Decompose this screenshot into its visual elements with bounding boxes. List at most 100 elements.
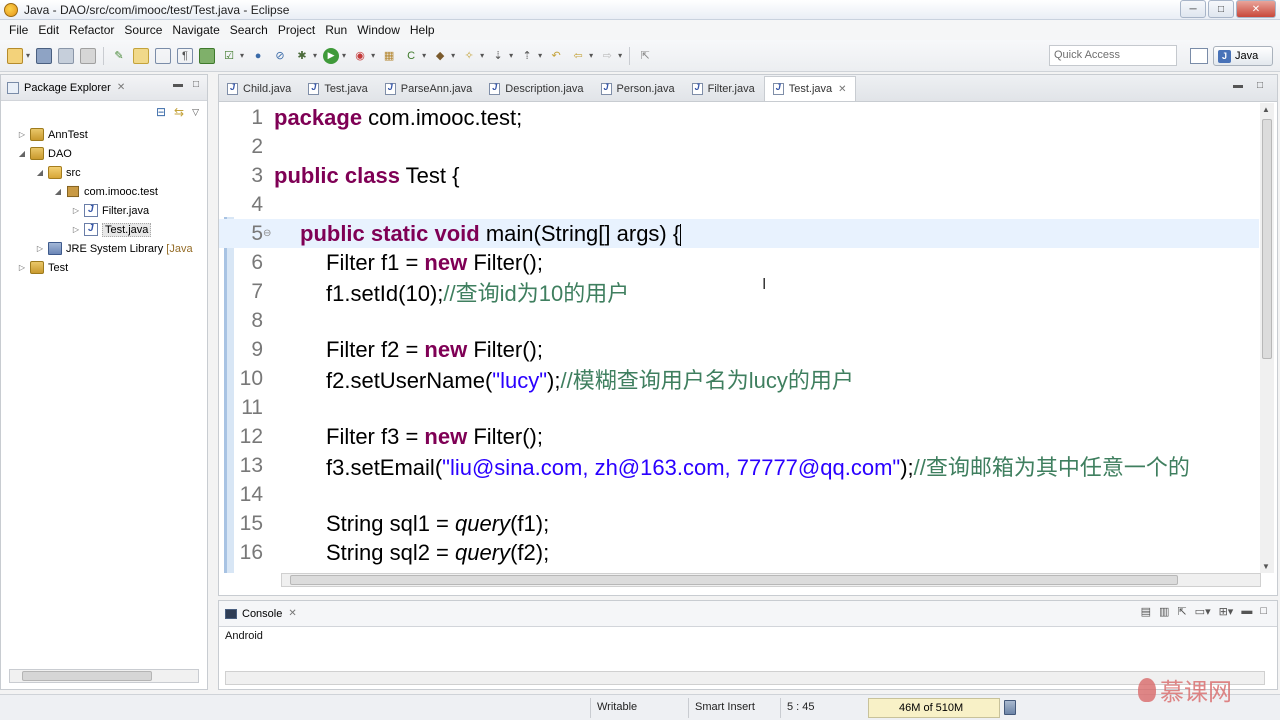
next-annotation-icon[interactable]: ⇣ bbox=[490, 48, 506, 64]
horizontal-scrollbar[interactable] bbox=[281, 573, 1261, 587]
tab-parseann-java[interactable]: ParseAnn.java bbox=[377, 76, 482, 101]
view-menu-icon[interactable]: ▽ bbox=[192, 107, 199, 118]
horizontal-scrollbar[interactable] bbox=[225, 671, 1265, 685]
minimize-view-icon[interactable]: ▬ bbox=[173, 79, 183, 90]
heap-status[interactable]: 46M of 510M bbox=[868, 698, 1000, 718]
tab-child-java[interactable]: Child.java bbox=[219, 76, 300, 101]
scroll-down-icon[interactable]: ▼ bbox=[1262, 562, 1270, 571]
menu-source[interactable]: Source bbox=[119, 23, 167, 37]
java-perspective-button[interactable]: J Java bbox=[1213, 46, 1273, 66]
save-all-icon[interactable] bbox=[58, 47, 75, 64]
scrollbar-thumb[interactable] bbox=[1262, 119, 1272, 359]
display-console-icon[interactable]: ▭▾ bbox=[1195, 605, 1211, 618]
collapse-arrow-icon[interactable]: ◢ bbox=[53, 187, 63, 196]
close-button[interactable]: ✕ bbox=[1236, 0, 1276, 18]
tree-node-src[interactable]: ◢ src bbox=[1, 163, 207, 182]
menu-window[interactable]: Window bbox=[352, 23, 405, 37]
new-class-dropdown-icon[interactable]: ▾ bbox=[422, 51, 426, 60]
tab-test-java-active[interactable]: Test.java ✕ bbox=[763, 76, 856, 101]
open-perspective-icon[interactable] bbox=[1190, 48, 1208, 64]
tree-node-test-java[interactable]: ▷ Test.java bbox=[1, 220, 207, 239]
maximize-button[interactable]: □ bbox=[1208, 0, 1234, 18]
tree-node-jre-library[interactable]: ▷ JRE System Library [Java bbox=[1, 239, 207, 258]
minimize-view-icon[interactable]: ▬ bbox=[1241, 605, 1252, 618]
forward-icon[interactable]: ⇨ bbox=[599, 48, 615, 64]
quick-access-input[interactable]: Quick Access bbox=[1049, 45, 1177, 66]
tab-test-java[interactable]: Test.java bbox=[300, 76, 376, 101]
expand-arrow-icon[interactable]: ▷ bbox=[17, 263, 27, 272]
checklist-icon[interactable]: ☑ bbox=[221, 48, 237, 64]
checklist-dropdown-icon[interactable]: ▾ bbox=[240, 51, 244, 60]
open-type-icon[interactable]: ◆ bbox=[432, 48, 448, 64]
fold-icon[interactable]: ⊖ bbox=[263, 228, 271, 239]
open-type-dropdown-icon[interactable]: ▾ bbox=[451, 51, 455, 60]
maximize-view-icon[interactable]: □ bbox=[1257, 80, 1263, 91]
tab-description-java[interactable]: Description.java bbox=[481, 76, 592, 101]
tab-person-java[interactable]: Person.java bbox=[593, 76, 684, 101]
scrollbar-thumb[interactable] bbox=[290, 575, 1178, 585]
coverage-dropdown-icon[interactable]: ▾ bbox=[371, 51, 375, 60]
package-explorer-tab[interactable]: Package Explorer ✕ ▬ □ bbox=[1, 75, 207, 101]
skip-breakpoints-icon[interactable]: ⊘ bbox=[272, 48, 288, 64]
console-tab[interactable]: Console ✕ ▤ ▥ ⇱ ▭▾ ⊞▾ ▬ □ bbox=[219, 601, 1277, 627]
tab-filter-java[interactable]: Filter.java bbox=[684, 76, 764, 101]
scroll-lock-icon[interactable]: ▥ bbox=[1159, 605, 1169, 618]
last-edit-location-icon[interactable]: ↶ bbox=[548, 48, 564, 64]
collapse-arrow-icon[interactable]: ◢ bbox=[17, 149, 27, 158]
clear-console-icon[interactable]: ▤ bbox=[1141, 605, 1151, 618]
menu-refactor[interactable]: Refactor bbox=[64, 23, 119, 37]
link-with-editor-icon[interactable]: ⇆ bbox=[174, 105, 184, 119]
debug-dropdown-icon[interactable]: ▾ bbox=[313, 51, 317, 60]
vertical-scrollbar[interactable]: ▲ ▼ bbox=[1260, 103, 1274, 573]
prev-annotation-dropdown-icon[interactable]: ▾ bbox=[538, 51, 542, 60]
new-java-class-icon[interactable]: C bbox=[403, 48, 419, 64]
pin-console-icon[interactable]: ⇱ bbox=[1177, 605, 1186, 618]
minimize-button[interactable]: ─ bbox=[1180, 0, 1206, 18]
maximize-view-icon[interactable]: □ bbox=[1260, 605, 1267, 618]
close-icon[interactable]: ✕ bbox=[117, 82, 125, 93]
new-icon[interactable] bbox=[7, 47, 23, 64]
menu-navigate[interactable]: Navigate bbox=[167, 23, 224, 37]
menu-project[interactable]: Project bbox=[273, 23, 320, 37]
debug-icon[interactable]: ✱ bbox=[294, 48, 310, 64]
whitespace-icon[interactable]: ¶ bbox=[177, 47, 194, 64]
scroll-up-icon[interactable]: ▲ bbox=[1262, 105, 1270, 114]
search-icon[interactable]: ✧ bbox=[461, 48, 477, 64]
expand-arrow-icon[interactable]: ▷ bbox=[71, 206, 81, 215]
code-editor[interactable]: 1 package com.imooc.test; 2 3 public cla… bbox=[219, 103, 1259, 573]
run-dropdown-icon[interactable]: ▾ bbox=[342, 51, 346, 60]
menu-run[interactable]: Run bbox=[320, 23, 352, 37]
coverage-icon[interactable]: ◉ bbox=[352, 48, 368, 64]
expand-arrow-icon[interactable]: ▷ bbox=[71, 225, 81, 234]
tree-node-dao[interactable]: ◢ DAO bbox=[1, 144, 207, 163]
expand-arrow-icon[interactable]: ▷ bbox=[17, 130, 27, 139]
close-icon[interactable]: ✕ bbox=[838, 84, 846, 95]
new-dropdown-icon[interactable]: ▾ bbox=[26, 51, 30, 60]
task-icon[interactable] bbox=[199, 47, 216, 64]
highlight-icon[interactable] bbox=[133, 47, 150, 64]
back-icon[interactable]: ⇦ bbox=[570, 48, 586, 64]
tree-node-filter-java[interactable]: ▷ Filter.java bbox=[1, 201, 207, 220]
block-select-icon[interactable] bbox=[155, 47, 172, 64]
menu-help[interactable]: Help bbox=[405, 23, 440, 37]
maximize-view-icon[interactable]: □ bbox=[193, 79, 199, 90]
pin-icon[interactable]: ✎ bbox=[111, 48, 127, 64]
new-java-package-icon[interactable]: ▦ bbox=[381, 48, 397, 64]
save-icon[interactable] bbox=[36, 47, 53, 64]
forward-dropdown-icon[interactable]: ▾ bbox=[618, 51, 622, 60]
toggle-breakpoint-icon[interactable]: ● bbox=[250, 48, 266, 64]
print-icon[interactable] bbox=[80, 47, 97, 64]
expand-arrow-icon[interactable]: ▷ bbox=[35, 244, 45, 253]
back-dropdown-icon[interactable]: ▾ bbox=[589, 51, 593, 60]
garbage-collect-icon[interactable] bbox=[1004, 700, 1016, 715]
collapse-all-icon[interactable]: ⊟ bbox=[156, 105, 166, 119]
tree-node-test-project[interactable]: ▷ Test bbox=[1, 258, 207, 277]
close-icon[interactable]: ✕ bbox=[288, 608, 296, 619]
menu-search[interactable]: Search bbox=[225, 23, 273, 37]
menu-file[interactable]: File bbox=[4, 23, 33, 37]
search-dropdown-icon[interactable]: ▾ bbox=[480, 51, 484, 60]
pin-editor-icon[interactable]: ⇱ bbox=[637, 48, 653, 64]
collapse-arrow-icon[interactable]: ◢ bbox=[35, 168, 45, 177]
prev-annotation-icon[interactable]: ⇡ bbox=[519, 48, 535, 64]
open-console-icon[interactable]: ⊞▾ bbox=[1219, 605, 1234, 618]
